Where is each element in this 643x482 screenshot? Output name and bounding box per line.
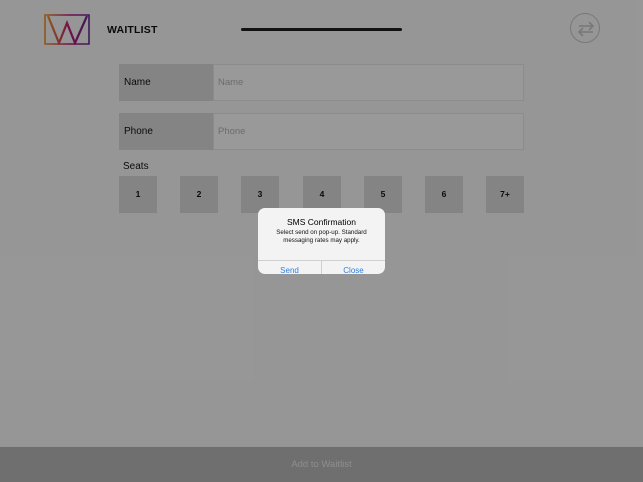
- send-button[interactable]: Send: [258, 260, 321, 274]
- home-indicator: [241, 28, 402, 31]
- sms-confirmation-dialog: SMS Confirmation Select send on pop-up. …: [258, 208, 385, 274]
- dialog-title: SMS Confirmation: [287, 217, 356, 227]
- close-button[interactable]: Close: [322, 260, 385, 274]
- dialog-message: Select send on pop-up. Standard messagin…: [276, 229, 367, 244]
